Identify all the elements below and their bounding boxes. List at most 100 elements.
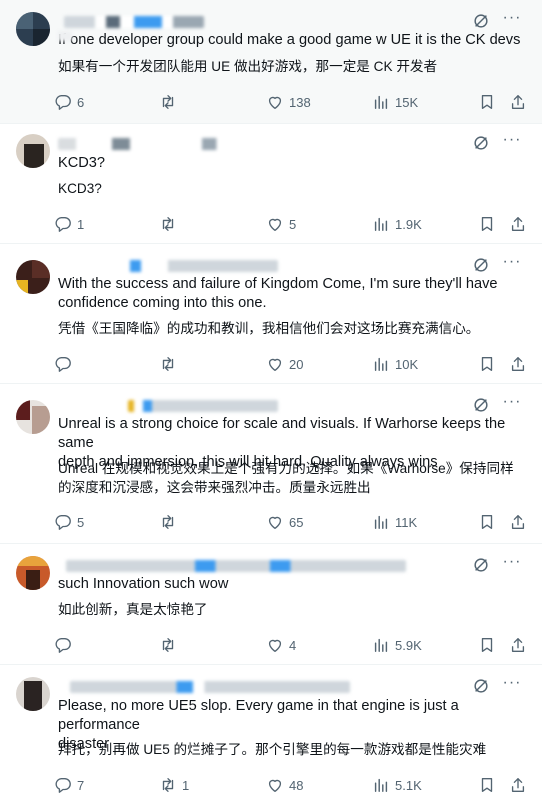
reply-button[interactable]: 7 (54, 775, 84, 795)
like-button[interactable]: 4 (266, 635, 296, 655)
grok-icon[interactable] (472, 396, 490, 414)
share-icon (511, 638, 525, 652)
grok-icon[interactable] (472, 134, 490, 152)
tweet-text: such Innovation such wow (58, 575, 528, 594)
repost-button[interactable] (159, 354, 182, 374)
repost-button[interactable] (159, 635, 182, 655)
views-button[interactable]: 5.1K (372, 775, 422, 795)
bookmark-button[interactable] (478, 775, 496, 795)
like-count: 48 (289, 777, 304, 793)
translation-line: 的深度和沉浸感，这会带来强烈冲击。质量永远胜出 (58, 480, 371, 495)
bookmark-button[interactable] (478, 354, 496, 374)
grok-icon[interactable] (472, 256, 490, 274)
more-options-icon[interactable]: ··· (502, 554, 522, 574)
more-options-icon[interactable]: ··· (502, 132, 522, 152)
reply-count: 6 (77, 94, 85, 110)
tweet-header: ··· (58, 675, 530, 697)
like-button[interactable]: 138 (266, 92, 311, 112)
repost-button[interactable] (159, 92, 182, 112)
tweet-translation: 如此创新，真是太惊艳了 (58, 602, 208, 617)
reply-button[interactable] (54, 635, 77, 655)
reply-tweet[interactable]: ··· Unreal is a strong choice for scale … (0, 384, 542, 544)
reply-count: 7 (77, 777, 85, 793)
repost-button[interactable] (159, 214, 182, 234)
reply-button[interactable]: 1 (54, 214, 84, 234)
reply-button[interactable]: 6 (54, 92, 84, 112)
tweet-text-line: Please, no more UE5 slop. Every game in … (58, 698, 459, 733)
reply-count: 5 (77, 514, 85, 530)
tweet-text-line: If one developer group could make a good… (58, 32, 521, 48)
repost-button[interactable] (159, 512, 182, 532)
bookmark-button[interactable] (478, 92, 496, 112)
author-name-redacted (64, 16, 204, 28)
share-button[interactable] (509, 92, 527, 112)
repost-icon (162, 638, 174, 652)
heart-icon (268, 358, 282, 371)
share-button[interactable] (509, 512, 527, 532)
like-button[interactable]: 65 (266, 512, 303, 532)
reply-tweet[interactable]: ··· such Innovation such wow 如此创新，真是太惊艳了… (0, 544, 542, 665)
avatar[interactable] (16, 400, 50, 434)
bookmark-icon (481, 778, 493, 792)
reply-icon (55, 357, 71, 372)
tweet-text-line: such Innovation such wow (58, 576, 229, 592)
reply-icon (55, 778, 71, 793)
like-count: 65 (289, 514, 304, 530)
views-button[interactable]: 11K (372, 512, 417, 532)
text-obscured (58, 31, 72, 41)
like-button[interactable]: 48 (266, 775, 303, 795)
reply-button[interactable]: 5 (54, 512, 84, 532)
like-count: 20 (289, 356, 304, 372)
action-bar: 7 1 48 5.1K (54, 775, 534, 795)
avatar[interactable] (16, 677, 50, 711)
reply-tweet[interactable]: ··· KCD3? KCD3? 1 5 1.9K (0, 124, 542, 244)
views-button[interactable]: 15K (372, 92, 418, 112)
share-icon (511, 357, 525, 371)
bookmark-icon (481, 515, 493, 529)
reply-tweet[interactable]: ··· With the success and failure of King… (0, 244, 542, 384)
view-count: 1.9K (395, 216, 422, 232)
grok-icon[interactable] (472, 12, 490, 30)
bookmark-button[interactable] (478, 512, 496, 532)
share-button[interactable] (509, 635, 527, 655)
tweet-translation: KCD3? (58, 181, 102, 196)
tweet-text-line: Unreal is a strong choice for scale and … (58, 416, 506, 451)
author-name-redacted (66, 560, 406, 572)
share-button[interactable] (509, 214, 527, 234)
grok-icon[interactable] (472, 556, 490, 574)
more-options-icon[interactable]: ··· (502, 675, 522, 695)
avatar[interactable] (16, 260, 50, 294)
grok-icon[interactable] (472, 677, 490, 695)
view-count: 11K (395, 514, 418, 530)
views-button[interactable]: 1.9K (372, 214, 422, 234)
tweet-header: ··· (58, 132, 530, 154)
avatar[interactable] (16, 12, 50, 46)
bookmark-button[interactable] (478, 635, 496, 655)
avatar[interactable] (16, 134, 50, 168)
tweet-translation: 如果有一个开发团队能用 UE 做出好游戏，那一定是 CK 开发者 (58, 59, 438, 74)
like-button[interactable]: 20 (266, 354, 303, 374)
action-bar: 6 138 15K (54, 92, 534, 112)
share-button[interactable] (509, 775, 527, 795)
share-icon (511, 217, 525, 231)
views-button[interactable]: 10K (372, 354, 418, 374)
view-count: 5.1K (395, 777, 422, 793)
reply-tweet[interactable]: ··· If one developer group could make a … (0, 0, 542, 124)
view-count: 10K (395, 356, 419, 372)
more-options-icon[interactable]: ··· (502, 394, 522, 414)
reply-tweet[interactable]: ··· Please, no more UE5 slop. Every game… (0, 665, 542, 799)
repost-icon (162, 515, 174, 529)
share-icon (511, 95, 525, 109)
like-button[interactable]: 5 (266, 214, 296, 234)
more-options-icon[interactable]: ··· (502, 254, 522, 274)
avatar[interactable] (16, 556, 50, 590)
tweet-text-line: KCD3? (58, 155, 106, 171)
action-bar: 5 65 11K (54, 512, 534, 532)
more-options-icon[interactable]: ··· (502, 10, 522, 30)
bookmark-button[interactable] (478, 214, 496, 234)
share-button[interactable] (509, 354, 527, 374)
views-button[interactable]: 5.9K (372, 635, 422, 655)
repost-button[interactable]: 1 (159, 775, 189, 795)
heart-icon (268, 779, 282, 792)
reply-button[interactable] (54, 354, 77, 374)
